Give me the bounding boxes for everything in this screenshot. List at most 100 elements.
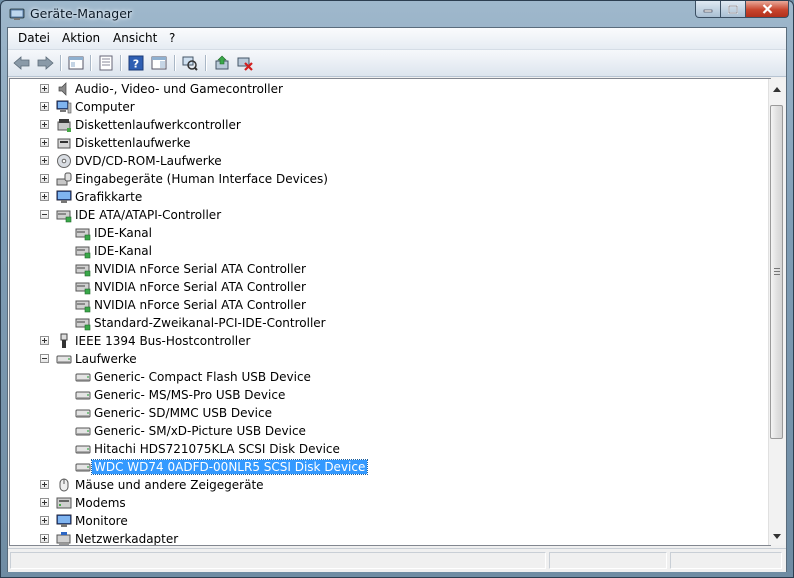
tree-category[interactable]: Netzwerkadapter	[10, 530, 770, 545]
tree-item-label[interactable]: Standard-Zweikanal-PCI-IDE-Controller	[92, 316, 328, 330]
tree-item-label[interactable]: Netzwerkadapter	[73, 532, 180, 545]
tree-item-label[interactable]: Modems	[73, 496, 128, 510]
tree-category[interactable]: Audio-, Video- und Gamecontroller	[10, 80, 770, 98]
tree-item-label[interactable]: Laufwerke	[73, 352, 139, 366]
tree-item-label[interactable]: IDE ATA/ATAPI-Controller	[73, 208, 223, 222]
tree-device[interactable]: NVIDIA nForce Serial ATA Controller	[10, 296, 770, 314]
toolbar-separator	[120, 55, 122, 71]
scan-hardware-icon	[182, 56, 198, 71]
scrollbar-thumb[interactable]	[770, 105, 783, 439]
collapse-icon[interactable]	[40, 210, 49, 219]
status-bar	[8, 548, 786, 572]
window-title: Geräte-Manager	[30, 6, 133, 21]
update-driver-button[interactable]	[213, 54, 231, 72]
tree-category[interactable]: IDE ATA/ATAPI-Controller	[10, 206, 770, 224]
expand-icon[interactable]	[40, 192, 49, 201]
tree-item-label[interactable]: Generic- Compact Flash USB Device	[92, 370, 313, 384]
tree-device[interactable]: Generic- SD/MMC USB Device	[10, 404, 770, 422]
help-button[interactable]: ?	[127, 54, 145, 72]
tree-item-label[interactable]: DVD/CD-ROM-Laufwerke	[73, 154, 224, 168]
device-tree[interactable]: Audio-, Video- und Gamecontroller Compute…	[9, 78, 771, 546]
tree-category[interactable]: Diskettenlaufwerkcontroller	[10, 116, 770, 134]
tree-device[interactable]: NVIDIA nForce Serial ATA Controller	[10, 278, 770, 296]
expand-icon[interactable]	[40, 534, 49, 543]
tree-category[interactable]: Laufwerke	[10, 350, 770, 368]
tree-item-label[interactable]: Computer	[73, 100, 137, 114]
expand-icon[interactable]	[40, 336, 49, 345]
tree-item-label[interactable]: NVIDIA nForce Serial ATA Controller	[92, 262, 308, 276]
tree-category[interactable]: Diskettenlaufwerke	[10, 134, 770, 152]
tree-item-label[interactable]: Eingabegeräte (Human Interface Devices)	[73, 172, 330, 186]
scroll-down-button[interactable]	[769, 528, 785, 544]
close-button[interactable]	[746, 1, 789, 18]
expand-icon[interactable]	[40, 120, 49, 129]
tree-item-label[interactable]: IDE-Kanal	[92, 226, 154, 240]
tree-item-label[interactable]: Generic- MS/MS-Pro USB Device	[92, 388, 287, 402]
menu-help[interactable]: ?	[169, 31, 175, 45]
tree-device[interactable]: IDE-Kanal	[10, 242, 770, 260]
expand-icon[interactable]	[40, 156, 49, 165]
tree-category[interactable]: Eingabegeräte (Human Interface Devices)	[10, 170, 770, 188]
expand-icon[interactable]	[40, 138, 49, 147]
forward-button[interactable]	[36, 54, 54, 72]
tree-category[interactable]: IEEE 1394 Bus-Hostcontroller	[10, 332, 770, 350]
tree-item-label[interactable]: Diskettenlaufwerke	[73, 136, 192, 150]
tree-category[interactable]: Mäuse und andere Zeigegeräte	[10, 476, 770, 494]
expand-icon[interactable]	[40, 174, 49, 183]
menu-aktion[interactable]: Aktion	[62, 31, 100, 45]
tree-item-label[interactable]: Diskettenlaufwerkcontroller	[73, 118, 243, 132]
scan-hardware-button[interactable]	[181, 54, 199, 72]
tree-device[interactable]: Hitachi HDS721075KLA SCSI Disk Device	[10, 440, 770, 458]
tree-category[interactable]: Modems	[10, 494, 770, 512]
menu-datei[interactable]: Datei	[18, 31, 50, 45]
action-pane-icon	[151, 56, 167, 70]
back-button[interactable]	[13, 54, 31, 72]
expand-icon[interactable]	[40, 102, 49, 111]
scroll-up-button[interactable]	[769, 81, 785, 97]
expand-icon[interactable]	[40, 480, 49, 489]
firewire-icon	[60, 333, 68, 348]
expand-icon[interactable]	[40, 498, 49, 507]
tree-device[interactable]: NVIDIA nForce Serial ATA Controller	[10, 260, 770, 278]
computer-icon	[56, 100, 72, 114]
title-bar[interactable]: Geräte-Manager	[1, 1, 793, 27]
tree-category[interactable]: Monitore	[10, 512, 770, 530]
menu-ansicht[interactable]: Ansicht	[113, 31, 157, 45]
tree-category[interactable]: Grafikkarte	[10, 188, 770, 206]
selected-device-label[interactable]: WDC WD74 0ADFD-00NLR5 SCSI Disk Device	[90, 459, 369, 475]
back-arrow-icon	[13, 56, 30, 70]
expand-icon[interactable]	[40, 516, 49, 525]
tree-device[interactable]: IDE-Kanal	[10, 224, 770, 242]
tree-item-label[interactable]: NVIDIA nForce Serial ATA Controller	[92, 298, 308, 312]
tree-category[interactable]: DVD/CD-ROM-Laufwerke	[10, 152, 770, 170]
help-icon: ?	[128, 55, 144, 71]
tree-item-label[interactable]: Monitore	[73, 514, 130, 528]
tree-device[interactable]: Generic- MS/MS-Pro USB Device	[10, 386, 770, 404]
expand-icon[interactable]	[40, 84, 49, 93]
tree-device[interactable]: Standard-Zweikanal-PCI-IDE-Controller	[10, 314, 770, 332]
properties-button[interactable]	[97, 54, 115, 72]
collapse-icon[interactable]	[40, 354, 49, 363]
tree-category[interactable]: Computer	[10, 98, 770, 116]
tree-item-label[interactable]: IDE-Kanal	[92, 244, 154, 258]
tree-item-label[interactable]: Hitachi HDS721075KLA SCSI Disk Device	[92, 442, 342, 456]
tree-device[interactable]: Generic- SM/xD-Picture USB Device	[10, 422, 770, 440]
tree-item-label[interactable]: Mäuse und andere Zeigegeräte	[73, 478, 266, 492]
tree-item-label[interactable]: Generic- SD/MMC USB Device	[92, 406, 274, 420]
tree-item-label[interactable]: NVIDIA nForce Serial ATA Controller	[92, 280, 308, 294]
tree-device[interactable]: Generic- Compact Flash USB Device	[10, 368, 770, 386]
toolbar-separator	[90, 55, 92, 71]
tree-item-label[interactable]: Generic- SM/xD-Picture USB Device	[92, 424, 308, 438]
tree-device[interactable]: WDC WD74 0ADFD-00NLR5 SCSI Disk Device	[10, 458, 770, 476]
close-icon	[762, 4, 772, 14]
minimize-button[interactable]	[695, 1, 721, 18]
vertical-scrollbar[interactable]	[768, 79, 785, 545]
disk-drive-icon	[75, 373, 91, 382]
action-pane-button[interactable]	[150, 54, 168, 72]
tree-item-label[interactable]: Grafikkarte	[73, 190, 144, 204]
uninstall-device-button[interactable]	[236, 54, 254, 72]
tree-item-label[interactable]: Audio-, Video- und Gamecontroller	[73, 82, 285, 96]
tree-item-label[interactable]: IEEE 1394 Bus-Hostcontroller	[73, 334, 252, 348]
console-tree-button[interactable]	[67, 54, 85, 72]
maximize-button[interactable]	[721, 1, 746, 18]
